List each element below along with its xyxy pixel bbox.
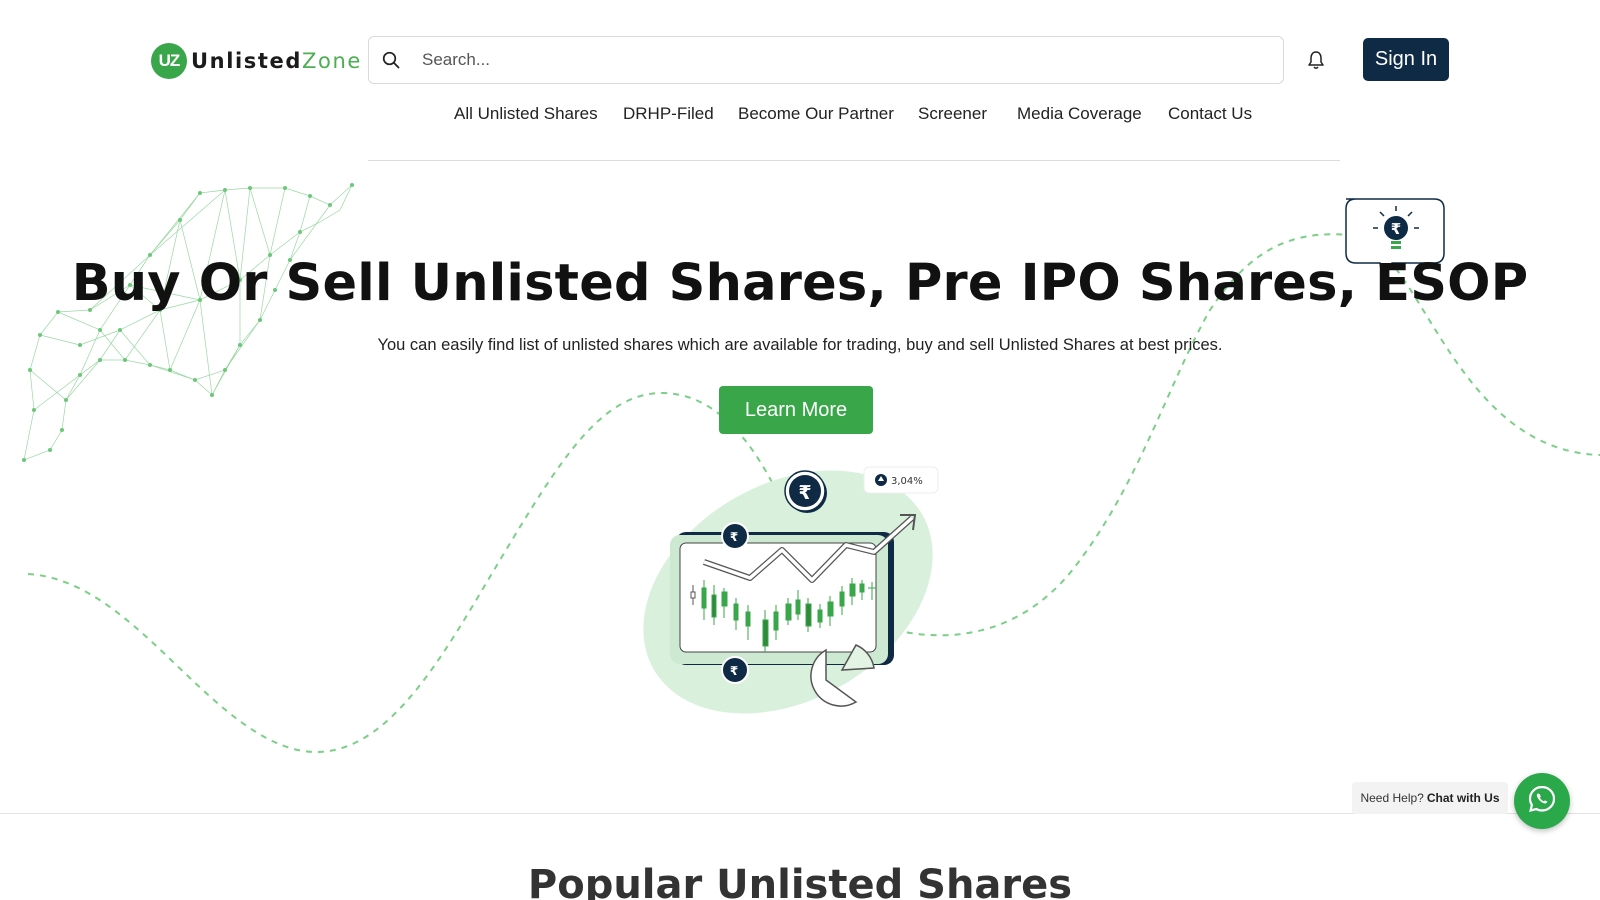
nav-item-contact-us[interactable]: Contact Us <box>1168 104 1252 124</box>
whatsapp-icon <box>1526 783 1558 820</box>
bull-network-graphic <box>23 184 353 461</box>
nav-item-all-unlisted-shares[interactable]: All Unlisted Shares <box>454 104 598 124</box>
search-icon <box>382 51 400 69</box>
nav-item-become-our-partner[interactable]: Become Our Partner <box>738 104 894 124</box>
svg-text:₹: ₹ <box>730 664 738 678</box>
main-nav: All Unlisted Shares DRHP-Filed Become Ou… <box>0 104 1600 128</box>
nav-item-media-coverage[interactable]: Media Coverage <box>1017 104 1142 124</box>
sign-in-button[interactable]: Sign In <box>1363 38 1449 81</box>
chat-help-link[interactable]: Chat with Us <box>1427 791 1500 805</box>
section-title: Popular Unlisted Shares <box>527 862 1073 900</box>
brand-logo[interactable]: UZ UnlistedZone <box>151 43 362 79</box>
bull-network-dots <box>22 183 354 462</box>
logo-text: UnlistedZone <box>191 49 362 73</box>
learn-more-button[interactable]: Learn More <box>719 386 873 434</box>
nav-divider <box>368 160 1340 161</box>
hero-title: Buy Or Sell Unlisted Shares, Pre IPO Sha… <box>71 254 1529 313</box>
trading-illustration: ₹ ₹ ₹ 3,04% <box>643 466 939 714</box>
chat-help-label[interactable]: Need Help? Chat with Us <box>1352 782 1508 814</box>
bell-icon[interactable] <box>1306 49 1326 71</box>
logo-text-part2: Zone <box>302 49 362 73</box>
nav-item-screener[interactable]: Screener <box>918 104 987 124</box>
hero-decoration: ₹ ₹ ₹ ₹ 3,04% <box>22 183 1600 753</box>
nav-item-drhp-filed[interactable]: DRHP-Filed <box>623 104 714 124</box>
search-bar[interactable] <box>368 36 1284 84</box>
logo-text-part1: Unlisted <box>191 49 303 73</box>
search-input[interactable] <box>422 50 1222 70</box>
logo-mark: UZ <box>151 43 187 79</box>
hero-subtitle: You can easily find list of unlisted sha… <box>377 336 1223 354</box>
dashed-wave-left <box>27 391 791 753</box>
growth-badge-text: 3,04% <box>891 476 923 487</box>
whatsapp-button[interactable] <box>1514 773 1570 829</box>
chat-help-prefix: Need Help? <box>1360 791 1424 805</box>
svg-text:₹: ₹ <box>730 530 738 544</box>
svg-text:₹: ₹ <box>1391 220 1401 238</box>
svg-text:₹: ₹ <box>798 482 811 504</box>
